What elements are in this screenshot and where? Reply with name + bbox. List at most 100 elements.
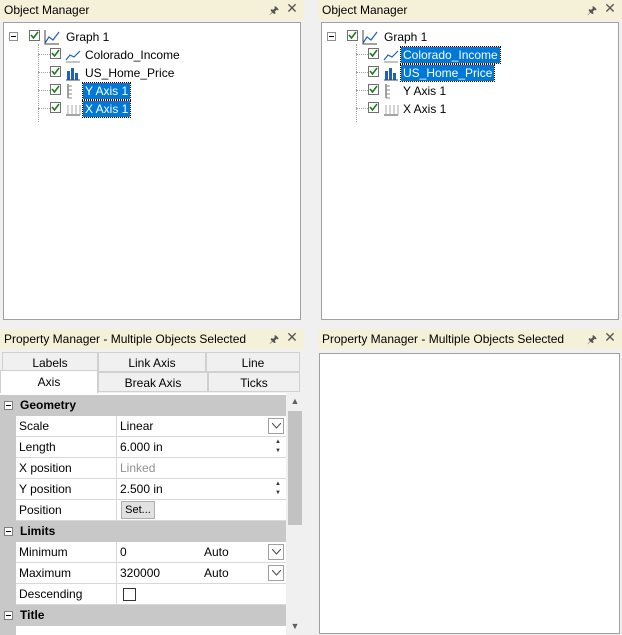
tree-item-label: Y Axis 1 xyxy=(403,84,447,98)
scroll-thumb[interactable] xyxy=(288,411,302,525)
visibility-checkbox[interactable] xyxy=(50,84,61,95)
property-row-minimum[interactable]: Minimum 0 Auto xyxy=(0,542,286,563)
tree-item-graph[interactable]: Graph 1 xyxy=(4,29,300,45)
property-value: 320000 xyxy=(120,566,161,580)
graph-icon xyxy=(44,30,60,45)
category-label: Title xyxy=(20,608,45,622)
property-value: 6.000 in xyxy=(120,440,163,454)
visibility-checkbox[interactable] xyxy=(50,48,61,59)
close-icon[interactable]: ✕ xyxy=(286,330,298,344)
left-object-manager-title: Object Manager xyxy=(4,3,90,17)
y-axis-icon xyxy=(385,84,390,99)
bar-plot-icon xyxy=(66,68,80,81)
tab-axis[interactable]: Axis xyxy=(0,370,98,393)
category-title[interactable]: Title xyxy=(0,605,286,626)
maximum-mode: Auto xyxy=(204,566,229,580)
tree-item-label: Y Axis 1 xyxy=(81,82,132,100)
spinner-icon[interactable]: ▲ ▼ xyxy=(272,480,284,498)
collapse-toggle-icon[interactable] xyxy=(327,32,336,41)
collapse-toggle-icon[interactable] xyxy=(4,527,13,536)
tree-item-label: Graph 1 xyxy=(66,30,110,44)
tab-labels[interactable]: Labels xyxy=(2,352,98,372)
chevron-down-icon[interactable] xyxy=(268,418,284,434)
property-value: 2.500 in xyxy=(120,482,163,496)
property-row-x-position: X position Linked xyxy=(0,458,286,479)
property-grid-scrollbar[interactable]: ▲ ▼ xyxy=(286,393,304,635)
line-plot-icon xyxy=(65,50,81,63)
property-row-scale[interactable]: Scale Linear xyxy=(0,416,286,437)
tree-item-axis[interactable]: X Axis 1 xyxy=(322,101,618,117)
tree-item-label: X Axis 1 xyxy=(403,102,447,116)
right-object-manager-title: Object Manager xyxy=(322,3,408,17)
collapse-toggle-icon[interactable] xyxy=(4,401,13,410)
tree-item-axis[interactable]: Y Axis 1 xyxy=(4,82,300,100)
property-row-partial xyxy=(0,626,286,635)
tree-item-label: US_Home_Price xyxy=(399,64,496,82)
right-property-manager-titlebar: Property Manager - Multiple Objects Sele… xyxy=(318,329,622,349)
tree-item-label: X Axis 1 xyxy=(81,100,132,118)
tree-item-graph[interactable]: Graph 1 xyxy=(322,29,618,45)
visibility-checkbox[interactable] xyxy=(368,66,379,77)
property-row-position[interactable]: Position Set... xyxy=(0,500,286,521)
property-row-descending[interactable]: Descending xyxy=(0,584,286,605)
close-icon[interactable]: ✕ xyxy=(286,1,298,15)
tree-item-axis[interactable]: Y Axis 1 xyxy=(322,83,618,99)
spinner-icon[interactable]: ▲ ▼ xyxy=(272,438,284,456)
property-name: Descending xyxy=(16,584,117,605)
left-property-manager-title: Property Manager - Multiple Objects Sele… xyxy=(4,332,247,346)
scroll-up-icon[interactable]: ▲ xyxy=(286,393,304,410)
tab-ticks[interactable]: Ticks xyxy=(208,372,300,392)
category-geometry[interactable]: Geometry xyxy=(0,395,286,416)
property-row-y-position[interactable]: Y position 2.500 in ▲ ▼ xyxy=(0,479,286,500)
tab-break-axis[interactable]: Break Axis xyxy=(98,372,208,392)
visibility-checkbox[interactable] xyxy=(347,30,358,41)
property-name: X position xyxy=(16,458,117,479)
collapse-toggle-icon[interactable] xyxy=(9,32,18,41)
pin-icon[interactable]: 🖈 xyxy=(586,2,598,17)
minimum-field[interactable]: 0 Auto xyxy=(117,542,286,563)
tree-item-axis[interactable]: X Axis 1 xyxy=(4,100,300,118)
descending-checkbox[interactable] xyxy=(123,588,136,601)
scale-dropdown[interactable]: Linear xyxy=(117,416,286,437)
maximum-field[interactable]: 320000 Auto xyxy=(117,563,286,584)
y-position-field[interactable]: 2.500 in ▲ ▼ xyxy=(117,479,286,500)
length-field[interactable]: 6.000 in ▲ ▼ xyxy=(117,437,286,458)
pin-icon[interactable]: 🖈 xyxy=(268,331,280,346)
property-name: Maximum xyxy=(16,563,117,584)
pin-icon[interactable]: 🖈 xyxy=(268,2,280,17)
visibility-checkbox[interactable] xyxy=(50,66,61,77)
chevron-down-icon[interactable] xyxy=(268,565,284,581)
tree-item-plot[interactable]: Colorado_Income xyxy=(4,47,300,63)
visibility-checkbox[interactable] xyxy=(368,84,379,95)
property-row-length[interactable]: Length 6.000 in ▲ ▼ xyxy=(0,437,286,458)
close-icon[interactable]: ✕ xyxy=(604,330,616,344)
right-object-manager-panel: Object Manager 🖈 ✕ Graph 1 Colorado_Inco… xyxy=(318,0,622,326)
visibility-checkbox[interactable] xyxy=(368,48,379,59)
property-row-maximum[interactable]: Maximum 320000 Auto xyxy=(0,563,286,584)
descending-cell xyxy=(117,584,286,605)
tree-item-label: US_Home_Price xyxy=(85,66,175,80)
close-icon[interactable]: ✕ xyxy=(604,1,616,15)
tab-line[interactable]: Line xyxy=(206,352,300,372)
visibility-checkbox[interactable] xyxy=(29,30,40,41)
tree-item-plot[interactable]: US_Home_Price xyxy=(4,65,300,81)
position-cell: Set... xyxy=(117,500,286,521)
category-limits[interactable]: Limits xyxy=(0,521,286,542)
collapse-toggle-icon[interactable] xyxy=(4,611,13,620)
right-property-manager-title: Property Manager - Multiple Objects Sele… xyxy=(322,332,565,346)
right-object-tree: Graph 1 Colorado_Income US_Home_Price Y … xyxy=(321,22,619,320)
scroll-down-icon[interactable]: ▼ xyxy=(286,618,304,635)
category-label: Geometry xyxy=(20,398,77,412)
tree-item-plot[interactable]: Colorado_Income xyxy=(322,46,618,64)
chevron-down-icon[interactable] xyxy=(268,544,284,560)
pin-icon[interactable]: 🖈 xyxy=(586,331,598,346)
tree-item-plot[interactable]: US_Home_Price xyxy=(322,64,618,82)
property-name: Position xyxy=(16,500,117,521)
left-object-manager-titlebar: Object Manager 🖈 ✕ xyxy=(0,0,304,20)
tab-link-axis[interactable]: Link Axis xyxy=(98,352,206,372)
empty-property-area xyxy=(319,353,620,634)
visibility-checkbox[interactable] xyxy=(368,102,379,113)
category-label: Limits xyxy=(20,524,56,538)
set-position-button[interactable]: Set... xyxy=(121,501,155,519)
visibility-checkbox[interactable] xyxy=(50,102,61,113)
